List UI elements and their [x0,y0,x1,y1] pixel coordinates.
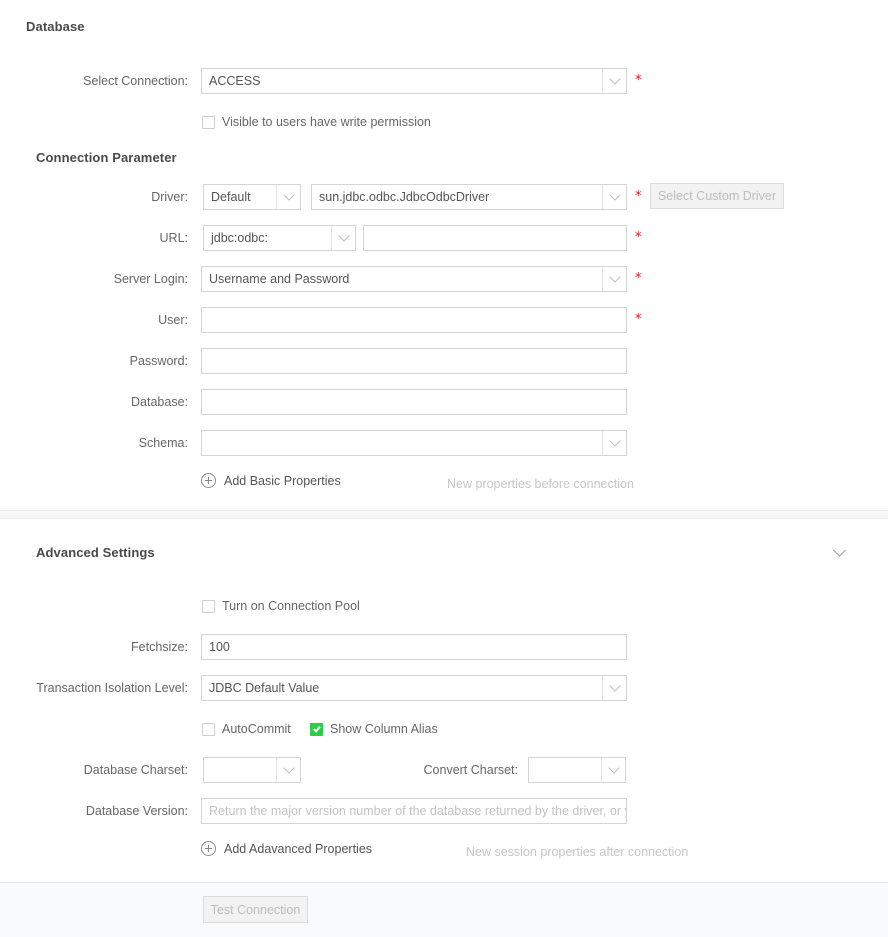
database-connection-form: Database Select Connection: ACCESS * Vis… [0,0,888,937]
chevron-down-icon [602,185,626,209]
chevron-down-icon [602,69,626,93]
label-database-version: Database Version: [85,804,188,818]
chevron-down-icon [602,676,626,700]
checkbox-visible-write-permission[interactable]: Visible to users have write permission [202,115,431,129]
label-user: User: [158,313,188,327]
user-input[interactable] [201,307,627,333]
transaction-isolation-level-value: JDBC Default Value [209,681,320,695]
add-basic-properties-button[interactable]: Add Basic Properties [201,473,341,488]
checkbox-label: Show Column Alias [330,722,438,736]
add-basic-properties-hint: New properties before connection [447,477,634,491]
label-url: URL: [159,231,188,245]
required-asterisk-user: * [635,312,642,327]
select-connection-dropdown[interactable]: ACCESS [201,68,627,94]
driver-type-value: Default [211,190,251,204]
add-basic-properties-label: Add Basic Properties [224,473,341,488]
label-fetchsize: Fetchsize: [131,640,188,654]
database-input[interactable] [201,389,627,415]
checkbox-label: AutoCommit [222,722,291,736]
checkbox-box[interactable] [202,722,215,736]
convert-charset-dropdown[interactable] [528,757,626,783]
section-title-advanced-settings: Advanced Settings [36,545,155,560]
label-password: Password: [129,354,188,368]
checkbox-box[interactable] [310,722,323,736]
checkbox-label: Visible to users have write permission [222,115,431,129]
chevron-down-icon [602,267,626,291]
select-custom-driver-button[interactable]: Select Custom Driver [650,183,784,209]
driver-class-dropdown[interactable]: sun.jdbc.odbc.JdbcOdbcDriver [311,184,627,210]
add-advanced-properties-label: Add Adavanced Properties [224,841,373,856]
chevron-down-icon [276,758,300,782]
plus-circle-icon [201,841,216,856]
checkbox-box[interactable] [202,599,215,613]
fetchsize-input[interactable]: 100 [201,634,627,660]
section-divider [0,510,888,519]
chevron-down-icon [601,758,625,782]
checkbox-label: Turn on Connection Pool [222,599,360,613]
required-asterisk-server-login: * [635,271,642,286]
transaction-isolation-level-dropdown[interactable]: JDBC Default Value [201,675,627,701]
database-version-input[interactable]: Return the major version number of the d… [201,798,627,824]
checkbox-autocommit[interactable]: AutoCommit [202,722,291,736]
label-server-login: Server Login: [113,272,188,286]
chevron-down-icon [331,226,355,250]
password-input[interactable] [201,348,627,374]
chevron-down-icon [602,431,626,455]
advanced-settings-collapse-toggle[interactable] [828,541,850,563]
label-database-charset: Database Charset: [83,763,188,777]
checkbox-turn-on-connection-pool[interactable]: Turn on Connection Pool [202,599,360,613]
url-prefix-dropdown[interactable]: jdbc:odbc: [203,225,356,251]
url-prefix-value: jdbc:odbc: [211,231,268,245]
schema-dropdown[interactable] [201,430,627,456]
checkbox-box[interactable] [202,115,215,129]
chevron-down-icon [832,543,846,557]
add-advanced-properties-button[interactable]: Add Adavanced Properties [201,841,372,856]
label-driver: Driver: [151,190,188,204]
select-connection-value: ACCESS [209,74,261,88]
label-database: Database: [131,395,188,409]
checkbox-show-column-alias[interactable]: Show Column Alias [310,722,438,736]
label-transaction-isolation-level: Transaction Isolation Level: [36,681,188,695]
test-connection-button[interactable]: Test Connection [203,896,308,923]
label-convert-charset: Convert Charset: [423,763,518,777]
plus-circle-icon [201,473,216,488]
form-footer [0,882,888,937]
add-advanced-properties-hint: New session properties after connection [466,845,689,859]
schema-value [202,431,602,455]
convert-charset-value [529,758,601,782]
label-select-connection: Select Connection: [83,74,188,88]
label-schema: Schema: [138,436,188,450]
section-title-connection-parameter: Connection Parameter [36,150,177,165]
driver-class-value: sun.jdbc.odbc.JdbcOdbcDriver [319,190,490,204]
required-asterisk-url: * [635,230,642,245]
driver-type-dropdown[interactable]: Default [203,184,301,210]
url-input[interactable] [363,225,627,251]
section-title-database: Database [26,19,85,34]
database-charset-dropdown[interactable] [203,757,301,783]
chevron-down-icon [276,185,300,209]
required-asterisk-driver: * [635,189,642,204]
server-login-value: Username and Password [209,272,350,286]
server-login-dropdown[interactable]: Username and Password [201,266,627,292]
required-asterisk-select-connection: * [635,73,642,88]
database-charset-value [204,758,276,782]
